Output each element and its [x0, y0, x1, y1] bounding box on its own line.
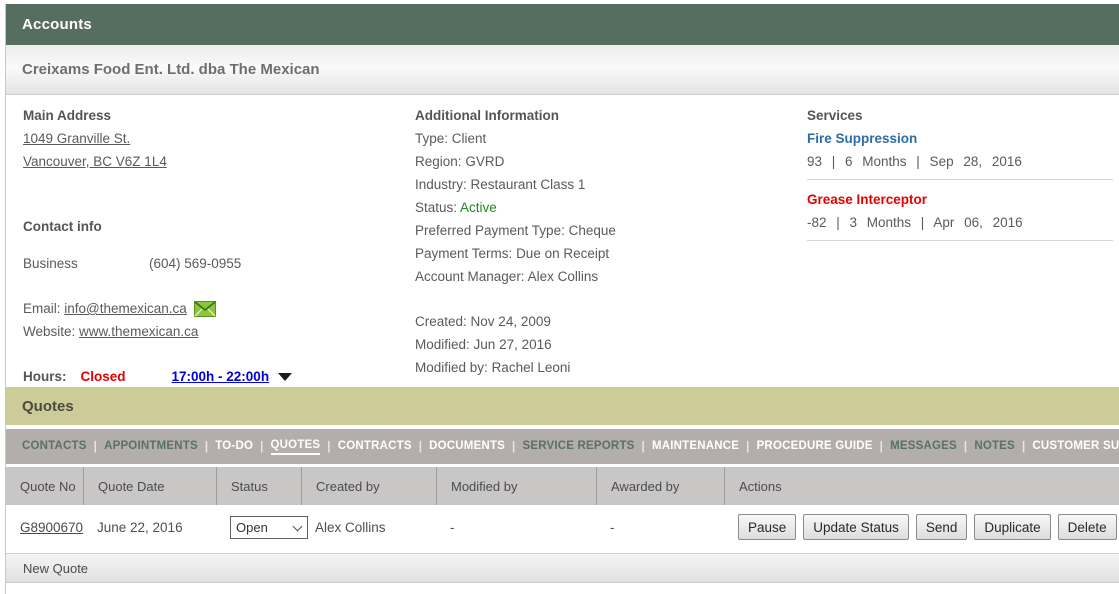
tab-separator: | — [964, 441, 967, 453]
info-row-payment-terms: Payment Terms: Due on Receipt — [415, 242, 800, 265]
pause-button[interactable]: Pause — [738, 514, 796, 540]
col-header-quote-date: Quote Date — [83, 467, 216, 505]
status-select[interactable]: Open — [230, 516, 308, 539]
service-grease-interceptor-stats: -82 | 3 Months | Apr 06, 2016 — [807, 211, 1113, 234]
additional-info-column: Additional Information Type: Client Regi… — [415, 104, 800, 379]
tab-contacts[interactable]: CONTACTS — [22, 440, 87, 454]
info-row-status: Status: Active — [415, 196, 800, 219]
tab-procedure-guide[interactable]: PROCEDURE GUIDE — [757, 440, 873, 454]
hours-status: Closed — [81, 365, 126, 388]
tab-separator: | — [94, 441, 97, 453]
info-row-account-manager: Account Manager: Alex Collins — [415, 265, 800, 288]
main-address-heading: Main Address — [23, 104, 403, 127]
service-grease-interceptor-link[interactable]: Grease Interceptor — [807, 192, 927, 207]
tab-notes[interactable]: NOTES — [974, 440, 1015, 454]
tab-messages[interactable]: MESSAGES — [890, 440, 957, 454]
hours-dropdown-icon[interactable] — [278, 373, 292, 381]
website-row: Website: www.themexican.ca — [23, 320, 403, 343]
record-meta: Created: Nov 24, 2009 Modified: Jun 27, … — [415, 310, 800, 379]
email-icon[interactable] — [194, 301, 216, 317]
hours-label: Hours: — [23, 365, 67, 388]
duplicate-button[interactable]: Duplicate — [974, 514, 1050, 540]
phone-row: Business (604) 569-0955 — [23, 252, 403, 275]
col-header-status: Status — [216, 467, 301, 505]
tab-service-reports[interactable]: SERVICE REPORTS — [522, 440, 634, 454]
email-row: Email: info@themexican.ca — [23, 297, 403, 320]
service-divider — [807, 240, 1113, 241]
tab-quotes[interactable]: QUOTES — [271, 439, 321, 455]
meta-created: Created: Nov 24, 2009 — [415, 310, 800, 333]
quote-number-link[interactable]: G8900670 — [20, 520, 83, 535]
meta-modified-by: Modified by: Rachel Leoni — [415, 356, 800, 379]
address-city-link[interactable]: Vancouver, BC V6Z 1L4 — [23, 154, 167, 169]
content-frame: Accounts Creixams Food Ent. Ltd. dba The… — [5, 4, 1119, 594]
tab-separator: | — [327, 441, 330, 453]
phone-number: (604) 569-0955 — [149, 252, 241, 275]
email-link[interactable]: info@themexican.ca — [64, 297, 187, 320]
tab-separator: | — [512, 441, 515, 453]
tab-separator: | — [1022, 441, 1025, 453]
app-header: Accounts — [6, 4, 1119, 45]
created-by-cell: Alex Collins — [301, 520, 436, 535]
email-label: Email: — [23, 297, 61, 320]
quotes-section-bar: Quotes — [6, 387, 1119, 425]
account-info-section: Main Address 1049 Granville St. Vancouve… — [6, 95, 1119, 383]
account-name-bar: Creixams Food Ent. Ltd. dba The Mexican — [6, 45, 1119, 95]
service-fire-suppression-stats: 93 | 6 Months | Sep 28, 2016 — [807, 150, 1113, 173]
send-button[interactable]: Send — [916, 514, 968, 540]
hours-range-link[interactable]: 17:00h - 22:00h — [172, 365, 270, 388]
new-quote-bar[interactable]: New Quote — [6, 553, 1119, 583]
address-column: Main Address 1049 Granville St. Vancouve… — [23, 104, 403, 388]
hours-row: Hours: Closed 17:00h - 22:00h — [23, 365, 403, 388]
tab-separator: | — [746, 441, 749, 453]
quote-status-cell: Open — [216, 516, 301, 539]
col-header-quote-no: Quote No — [6, 467, 83, 505]
meta-modified: Modified: Jun 27, 2016 — [415, 333, 800, 356]
quote-date-cell: June 22, 2016 — [83, 520, 216, 535]
tab-contracts[interactable]: CONTRACTS — [338, 440, 412, 454]
tab-separator: | — [642, 441, 645, 453]
info-row-industry: Industry: Restaurant Class 1 — [415, 173, 800, 196]
tab-to-do[interactable]: TO-DO — [215, 440, 253, 454]
contact-info-heading: Contact info — [23, 215, 403, 238]
tab-separator: | — [880, 441, 883, 453]
tab-separator: | — [419, 441, 422, 453]
update-status-button[interactable]: Update Status — [803, 514, 909, 540]
tab-documents[interactable]: DOCUMENTS — [429, 440, 505, 454]
address-street-link[interactable]: 1049 Granville St. — [23, 131, 130, 146]
website-link[interactable]: www.themexican.ca — [79, 324, 198, 339]
tab-appointments[interactable]: APPOINTMENTS — [104, 440, 198, 454]
awarded-by-cell: - — [596, 520, 724, 535]
info-row-region: Region: GVRD — [415, 150, 800, 173]
record-tab-bar: CONTACTS | APPOINTMENTS | TO-DO | QUOTES… — [6, 429, 1119, 464]
service-divider — [807, 179, 1113, 180]
tab-separator: | — [260, 441, 263, 453]
row-actions: Pause Update Status Send Duplicate Delet… — [738, 514, 1117, 540]
info-row-type: Type: Client — [415, 127, 800, 150]
status-active-value: Active — [460, 200, 497, 215]
service-fire-suppression-link[interactable]: Fire Suppression — [807, 131, 917, 146]
quotes-section-title: Quotes — [22, 398, 74, 415]
additional-info-heading: Additional Information — [415, 104, 800, 127]
tab-maintenance[interactable]: MAINTENANCE — [652, 440, 739, 454]
quotes-table-header: Quote No Quote Date Status Created by Mo… — [6, 467, 1119, 505]
col-header-created-by: Created by — [301, 467, 436, 505]
new-quote-label[interactable]: New Quote — [23, 561, 88, 576]
delete-button[interactable]: Delete — [1058, 514, 1117, 540]
info-row-payment-type: Preferred Payment Type: Cheque — [415, 219, 800, 242]
page-title: Accounts — [22, 16, 92, 33]
col-header-actions: Actions — [724, 467, 1119, 505]
account-name: Creixams Food Ent. Ltd. dba The Mexican — [22, 61, 320, 78]
accounts-page: Accounts Creixams Food Ent. Ltd. dba The… — [0, 0, 1119, 594]
services-heading: Services — [807, 104, 1113, 127]
services-column: Services Fire Suppression 93 | 6 Months … — [807, 104, 1113, 249]
col-header-modified-by: Modified by — [436, 467, 596, 505]
tab-customer-support[interactable]: CUSTOMER SUPPORT — [1032, 440, 1119, 454]
modified-by-cell: - — [436, 520, 596, 535]
tab-separator: | — [205, 441, 208, 453]
col-header-awarded-by: Awarded by — [596, 467, 724, 505]
phone-type-label: Business — [23, 252, 149, 275]
quote-table-row: G8900670 June 22, 2016 Open Alex Collins… — [6, 505, 1119, 549]
website-label: Website: — [23, 324, 75, 339]
